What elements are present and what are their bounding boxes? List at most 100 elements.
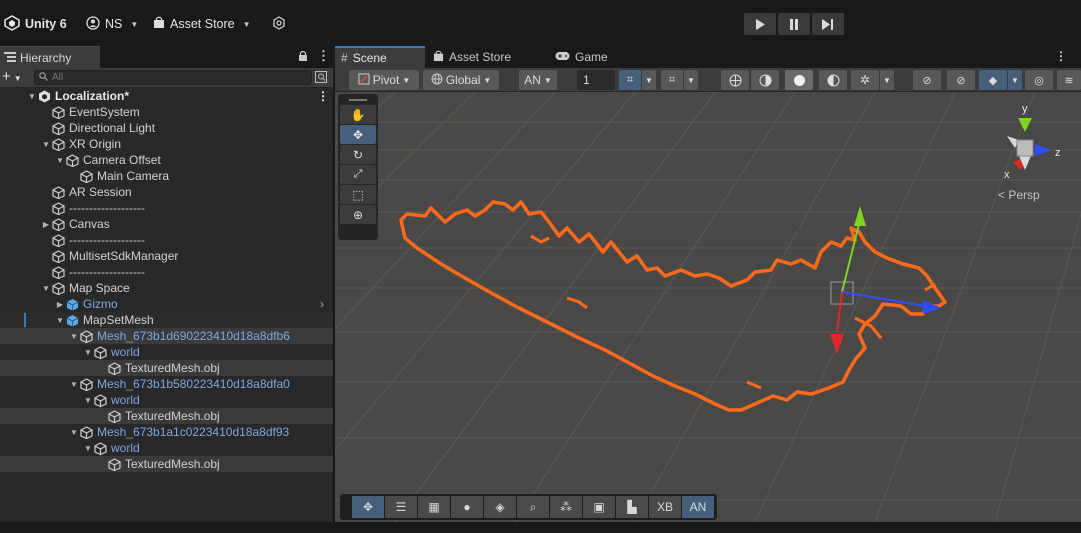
more-options-icon[interactable]: ⋮ [317,48,330,64]
hierarchy-item-texturedmesh[interactable]: TexturedMesh.obj [0,408,333,424]
toggle-2d-button[interactable]: ⊘ [913,70,941,90]
account-button[interactable]: NS ▼ [86,14,138,34]
bottom-nodes-button[interactable]: ⁂ [550,496,582,518]
hierarchy-item-eventsystem[interactable]: EventSystem [0,104,333,120]
expand-arrow-icon[interactable]: ▼ [68,332,80,341]
shaded-button[interactable] [785,70,813,90]
hierarchy-item-separator[interactable]: ------------------- [0,264,333,280]
shaded-wireframe-button[interactable] [751,70,779,90]
play-button[interactable] [744,13,776,35]
hierarchy-item-mesh[interactable]: ▼ Mesh_673b1a1c0223410d18a8df93 [0,424,333,440]
lighting-toggle[interactable]: ⊘ [947,70,975,90]
tab-hierarchy[interactable]: Hierarchy [0,46,100,68]
hierarchy-item-main-camera[interactable]: Main Camera [0,168,333,184]
bottom-building-button[interactable]: ▙ [616,496,648,518]
rect-tool-button[interactable]: ⬚ [340,185,376,204]
rotate-tool-button[interactable]: ↻ [340,145,376,164]
scale-tool-button[interactable]: ⤢ [340,165,376,184]
transform-tool-button[interactable]: ⊕ [340,205,376,224]
scene-effects-toggle[interactable]: ◆ [979,70,1007,90]
gizmo-x-axis[interactable] [836,291,843,333]
debug-draw-mode-button[interactable]: ✲ [851,70,879,90]
hidden-objects-toggle[interactable]: ◎ [1025,70,1053,90]
hierarchy-item-ar-session[interactable]: AR Session [0,184,333,200]
bottom-camera-button[interactable]: ▣ [583,496,615,518]
hierarchy-item-map-space[interactable]: ▼ Map Space [0,280,333,296]
tab-asset-store[interactable]: Asset Store [427,46,537,68]
hierarchy-item-mapsetmesh[interactable]: ▼ MapSetMesh [0,312,333,328]
expand-arrow-icon[interactable]: ▼ [54,156,66,165]
scene-effects-dropdown[interactable]: ▼ [1008,70,1022,90]
bottom-sphere-button[interactable]: ● [451,496,483,518]
expand-arrow-icon[interactable]: ▼ [82,348,94,357]
expand-arrow-icon[interactable]: ▼ [40,140,52,149]
projection-toggle[interactable]: < Persp [998,188,1040,202]
expand-arrow-icon[interactable]: ▼ [40,284,52,293]
bottom-move-button[interactable]: ✥ [352,496,384,518]
cloud-settings-button[interactable] [272,14,286,34]
orientation-gizmo[interactable]: y z x [1004,103,1061,181]
an-dropdown[interactable]: AN ▼ [519,70,557,90]
chevron-right-icon[interactable]: › [320,297,324,311]
unlit-button[interactable] [819,70,847,90]
grid-snap-toggle[interactable]: ⌗ [619,70,641,90]
move-tool-button[interactable]: ✥ [340,125,376,144]
expand-arrow-icon[interactable]: ▼ [54,316,66,325]
grid-snap-dropdown[interactable]: ▼ [642,70,656,90]
hierarchy-item-camera-offset[interactable]: ▼ Camera Offset [0,152,333,168]
more-options-icon[interactable]: ⋮ [1055,49,1067,63]
hierarchy-item-separator[interactable]: ------------------- [0,232,333,248]
hand-tool-button[interactable]: ✋ [340,105,376,124]
wireframe-shading-button[interactable] [721,70,749,90]
gizmos-dropdown[interactable]: ≋ [1057,70,1081,90]
bottom-an-button[interactable]: AN [682,496,714,518]
hierarchy-item-texturedmesh[interactable]: TexturedMesh.obj [0,360,333,376]
hierarchy-item-mesh[interactable]: ▼ Mesh_673b1d690223410d18a8dfb6 [0,328,333,344]
asset-store-button[interactable]: Asset Store ▼ [153,14,251,34]
bottom-grid-button[interactable]: ▦ [418,496,450,518]
expand-arrow-icon[interactable]: ▶ [54,300,66,309]
expand-arrow-icon[interactable]: ▶ [40,220,52,229]
gizmo-x-arrow[interactable] [830,334,844,354]
search-options-icon[interactable] [315,71,327,86]
lock-icon[interactable] [298,50,308,65]
unity-menu[interactable]: Unity 6 [4,14,67,34]
grid-size-input[interactable]: 1 [577,70,615,90]
hierarchy-item-world[interactable]: ▼ world [0,440,333,456]
hierarchy-item-directional-light[interactable]: Directional Light [0,120,333,136]
hierarchy-item-canvas[interactable]: ▶ Canvas [0,216,333,232]
hierarchy-item-separator[interactable]: ------------------- [0,200,333,216]
step-button[interactable] [812,13,844,35]
expand-arrow-icon[interactable]: ▼ [68,380,80,389]
pivot-dropdown[interactable]: Pivot ▼ [349,70,419,90]
orientation-z-cone[interactable] [1035,144,1051,156]
increment-snap-toggle[interactable]: ⌗ [661,70,683,90]
scene-viewport[interactable]: y z x [335,92,1081,522]
tab-game[interactable]: Game [549,46,629,68]
pause-button[interactable] [778,13,810,35]
draw-mode-dropdown[interactable]: ▼ [880,70,894,90]
orientation-y-cone[interactable] [1018,118,1032,132]
increment-snap-dropdown[interactable]: ▼ [684,70,698,90]
hierarchy-item-world[interactable]: ▼ world [0,344,333,360]
hierarchy-item-multisetsdkmanager[interactable]: MultisetSdkManager [0,248,333,264]
hierarchy-item-gizmo[interactable]: ▶ Gizmo › [0,296,333,312]
hierarchy-search-input[interactable]: All [34,70,312,85]
hierarchy-item-mesh[interactable]: ▼ Mesh_673b1b580223410d18a8dfa0 [0,376,333,392]
hierarchy-item-xr-origin[interactable]: ▼ XR Origin [0,136,333,152]
expand-arrow-icon[interactable]: ▼ [26,92,38,101]
orientation-center-cube[interactable] [1016,139,1034,157]
expand-arrow-icon[interactable]: ▼ [82,396,94,405]
scene-root-row[interactable]: ▼ Localization* ⋮ [0,88,333,104]
tab-scene[interactable]: # Scene [335,46,425,68]
expand-arrow-icon[interactable]: ▼ [68,428,80,437]
overlay-drag-handle[interactable] [340,96,376,104]
gizmo-z-arrow[interactable] [923,300,941,314]
scene-more-icon[interactable]: ⋮ [317,89,329,103]
hierarchy-item-texturedmesh[interactable]: TexturedMesh.obj [0,456,333,472]
bottom-xb-button[interactable]: XB [649,496,681,518]
bottom-settings-button[interactable]: ☰ [385,496,417,518]
add-object-button[interactable]: + ▼ [2,68,22,85]
bottom-search-button[interactable]: ⌕ [517,496,549,518]
hierarchy-item-world[interactable]: ▼ world [0,392,333,408]
